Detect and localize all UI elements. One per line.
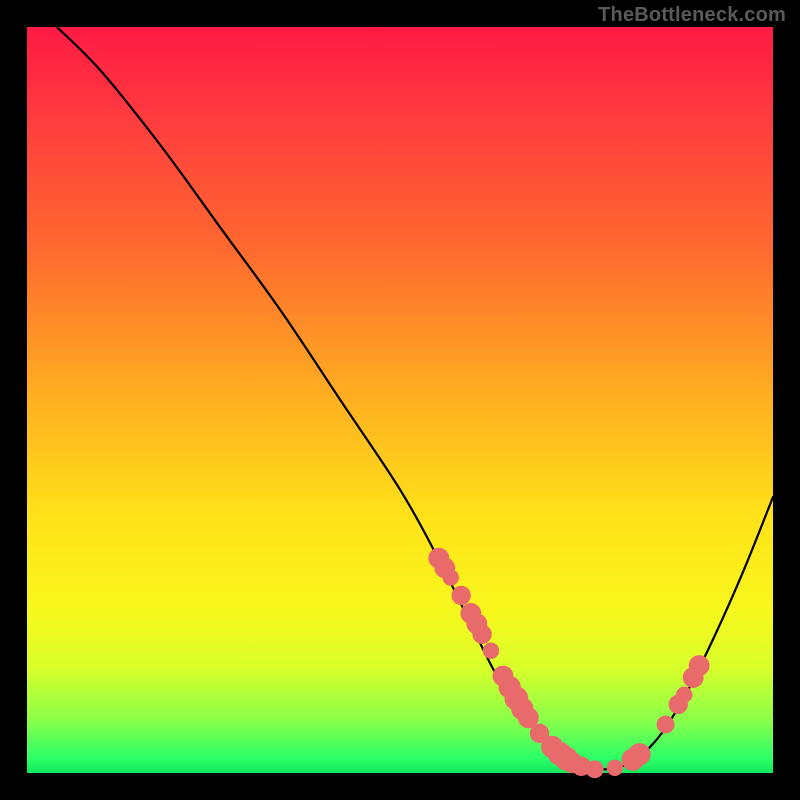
- curve-marker: [451, 586, 470, 605]
- curve-marker: [586, 760, 604, 778]
- curve-marker: [472, 625, 491, 644]
- curve-marker: [676, 686, 692, 702]
- curve-layer: [27, 27, 773, 773]
- bottleneck-curve: [57, 27, 773, 769]
- curve-marker: [657, 716, 675, 734]
- curve-marker: [628, 743, 650, 765]
- curve-marker: [483, 642, 499, 658]
- curve-marker: [607, 760, 623, 776]
- plot-area: [27, 27, 773, 773]
- attribution-label: TheBottleneck.com: [598, 4, 786, 27]
- curve-marker: [689, 655, 710, 676]
- curve-markers: [428, 548, 709, 779]
- chart-frame: TheBottleneck.com: [0, 0, 800, 800]
- curve-marker: [443, 569, 459, 585]
